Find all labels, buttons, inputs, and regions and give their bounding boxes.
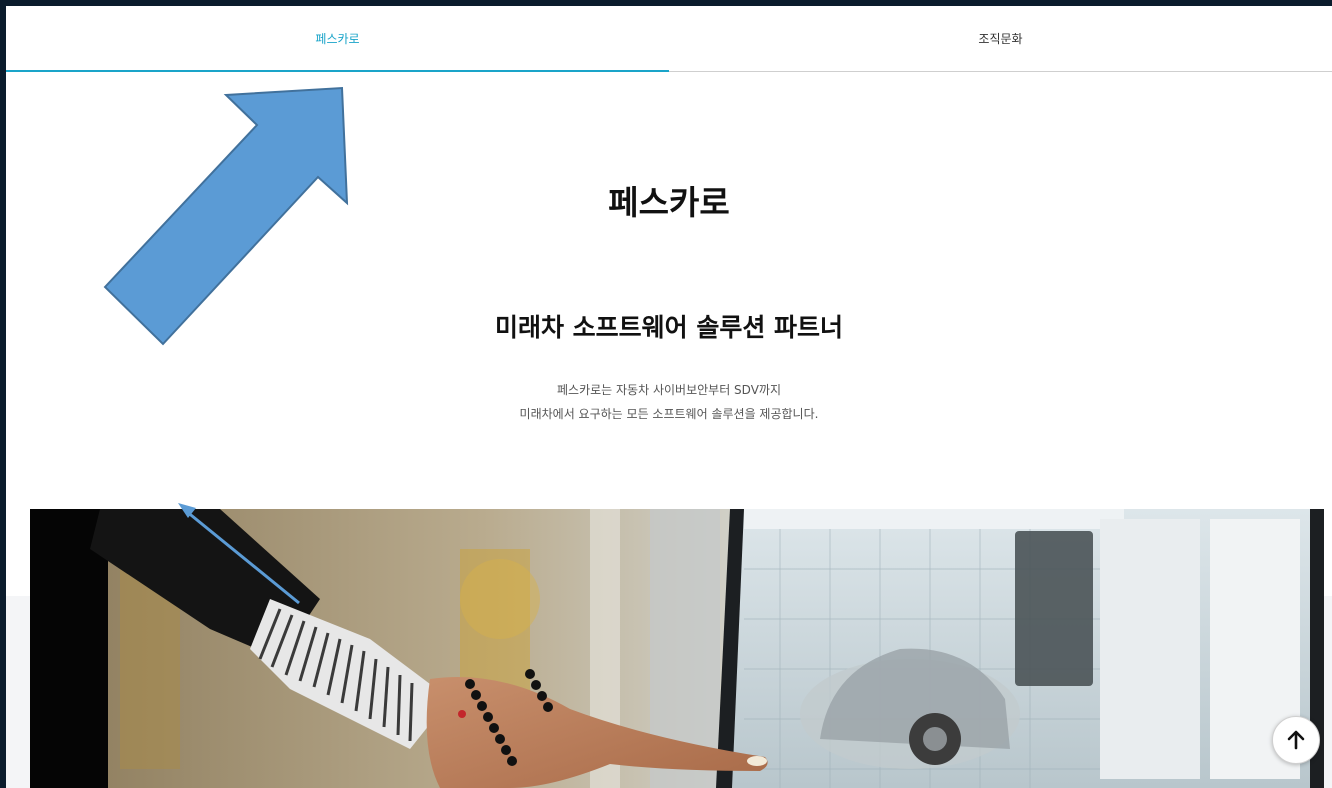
hero-image xyxy=(30,509,1324,788)
description-line-2: 미래차에서 요구하는 모든 소프트웨어 솔루션을 제공합니다. xyxy=(519,407,819,421)
tab-bar: 페스카로 조직문화 xyxy=(6,6,1332,72)
page-title: 페스카로 xyxy=(608,183,730,222)
arrow-up-icon xyxy=(1287,730,1305,750)
page: 페스카로 조직문화 페스카로 미래차 소프트웨어 솔루션 파트너 페스카로는 자… xyxy=(6,6,1332,788)
page-description: 페스카로는 자동차 사이버보안부터 SDV까지 미래차에서 요구하는 모든 소프… xyxy=(6,378,1332,426)
description-line-1: 페스카로는 자동차 사이버보안부터 SDV까지 xyxy=(557,383,781,397)
hero-photo-illustration xyxy=(30,509,1324,788)
scroll-to-top-button[interactable] xyxy=(1272,716,1320,764)
page-subtitle: 미래차 소프트웨어 솔루션 파트너 xyxy=(494,313,844,342)
tab-culture[interactable]: 조직문화 xyxy=(669,6,1332,71)
tab-fescaro[interactable]: 페스카로 xyxy=(6,6,669,72)
